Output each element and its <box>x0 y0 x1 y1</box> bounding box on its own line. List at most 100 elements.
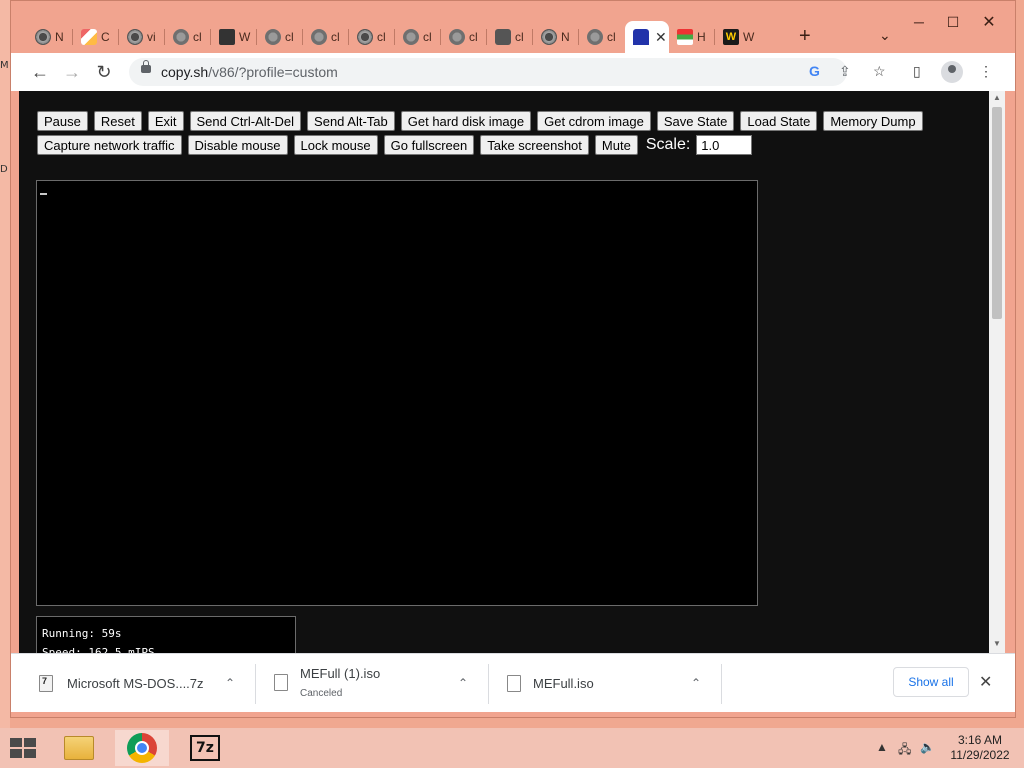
scrollbar-thumb[interactable] <box>992 107 1002 319</box>
get-cdrom-image-button[interactable]: Get cdrom image <box>537 111 651 131</box>
volume-icon[interactable]: 🔈 <box>920 740 935 754</box>
tab-title: cl <box>331 30 340 44</box>
page-scrollbar[interactable]: ▲ ▼ <box>989 91 1005 653</box>
system-clock[interactable]: 3:16 AM 11/29/2022 <box>940 733 1020 763</box>
tab-active[interactable]: ✕ <box>625 21 669 53</box>
download-item[interactable]: MEFull.iso ⌃ <box>489 654 721 712</box>
emulator-screen[interactable] <box>36 180 758 606</box>
tab[interactable]: cl <box>579 21 625 53</box>
tab[interactable]: cl <box>303 21 349 53</box>
scroll-up-icon[interactable]: ▲ <box>993 93 1001 102</box>
tab[interactable]: W <box>211 21 257 53</box>
tab[interactable]: H <box>669 21 715 53</box>
monster-icon <box>633 29 649 45</box>
tab[interactable]: N <box>27 21 73 53</box>
capture-network-traffic-button[interactable]: Capture network traffic <box>37 135 182 155</box>
share-icon[interactable]: ⇪ <box>839 63 851 80</box>
folder-icon <box>64 736 94 760</box>
send-alt-tab-button[interactable]: Send Alt-Tab <box>307 111 395 131</box>
reload-icon[interactable]: ↻ <box>93 61 115 83</box>
chevron-down-icon[interactable]: ⌄ <box>879 27 891 44</box>
save-state-button[interactable]: Save State <box>656 111 735 131</box>
tab[interactable]: cl <box>441 21 487 53</box>
building-icon <box>219 29 235 45</box>
close-tab-icon[interactable]: ✕ <box>655 29 667 46</box>
h-icon <box>677 29 693 45</box>
chevron-up-icon[interactable]: ⌃ <box>458 676 468 690</box>
chevron-up-icon[interactable]: ⌃ <box>225 676 235 690</box>
pause-button[interactable]: Pause <box>37 111 88 131</box>
go-fullscreen-button[interactable]: Go fullscreen <box>383 135 475 155</box>
chrome-app[interactable] <box>115 730 169 766</box>
tray-overflow-icon[interactable]: ▲ <box>876 740 888 754</box>
start-button[interactable] <box>10 738 38 760</box>
tab-strip: N C vi cl W cl cl cl cl cl cl N cl ✕ H W… <box>27 21 761 53</box>
chrome-icon <box>127 733 157 763</box>
lock-mouse-button[interactable]: Lock mouse <box>293 135 378 155</box>
taskbar: 7z ▲ 🖧 🔈 3:16 AM 11/29/2022 <box>0 728 1024 768</box>
back-icon[interactable]: ← <box>29 61 51 83</box>
tab[interactable]: cl <box>487 21 533 53</box>
download-name: MEFull.iso <box>533 676 594 691</box>
profile-avatar[interactable] <box>941 61 963 83</box>
scroll-down-icon[interactable]: ▼ <box>993 639 1001 648</box>
clock-date: 11/29/2022 <box>950 748 1010 762</box>
close-icon[interactable]: ✕ <box>979 672 992 692</box>
network-icon[interactable]: 🖧 <box>898 740 911 761</box>
speed-readout: Speed: 162.5 mIPS <box>42 646 155 653</box>
side-panel-icon[interactable]: ▯ <box>913 63 921 80</box>
browser-toolbar: ← → ↻ copy.sh/v86/?profile=custom G ⇪ ☆ … <box>11 53 1015 91</box>
chrome-icon <box>357 29 373 45</box>
chrome-icon <box>127 29 143 45</box>
send-ctrl-alt-del-button[interactable]: Send Ctrl-Alt-Del <box>189 111 302 131</box>
tab[interactable]: C <box>73 21 119 53</box>
globe-icon <box>265 29 281 45</box>
google-icon[interactable]: G <box>809 63 820 79</box>
disable-mouse-button[interactable]: Disable mouse <box>187 135 288 155</box>
download-name: MEFull (1).iso <box>300 666 381 681</box>
close-window-button[interactable]: ✕ <box>971 9 1007 35</box>
tab[interactable]: cl <box>165 21 211 53</box>
tab[interactable]: vi <box>119 21 165 53</box>
tab-title: vi <box>147 30 156 44</box>
new-tab-icon[interactable]: + <box>799 25 811 48</box>
tab[interactable]: cl <box>257 21 303 53</box>
mute-button[interactable]: Mute <box>594 135 638 155</box>
tab[interactable]: cl <box>349 21 395 53</box>
load-state-button[interactable]: Load State <box>740 111 818 131</box>
tab-title: C <box>101 30 110 44</box>
url-text[interactable]: copy.sh/v86/?profile=custom <box>161 64 338 80</box>
download-item[interactable]: Microsoft MS-DOS....7z ⌃ <box>11 654 255 712</box>
chevron-up-icon[interactable]: ⌃ <box>691 676 701 690</box>
tab-title: N <box>55 30 64 44</box>
forward-icon[interactable]: → <box>61 61 83 83</box>
tab[interactable]: WW <box>715 21 761 53</box>
address-bar[interactable]: copy.sh/v86/?profile=custom G ⇪ <box>129 58 851 86</box>
scale-input[interactable] <box>696 135 753 155</box>
tab-title: cl <box>193 30 202 44</box>
show-all-button[interactable]: Show all <box>893 667 969 697</box>
globe-icon <box>587 29 603 45</box>
desktop-icon-label: D <box>0 164 8 175</box>
tab[interactable]: cl <box>395 21 441 53</box>
maximize-button[interactable]: ☐ <box>935 9 971 35</box>
tab-title: H <box>697 30 706 44</box>
get-hard-disk-image-button[interactable]: Get hard disk image <box>400 111 532 131</box>
menu-icon[interactable]: ⋮ <box>979 63 993 80</box>
take-screenshot-button[interactable]: Take screenshot <box>480 135 589 155</box>
exit-button[interactable]: Exit <box>147 111 184 131</box>
tab-title: cl <box>469 30 478 44</box>
file-icon <box>507 675 521 692</box>
page-content: Pause Reset Exit Send Ctrl-Alt-Del Send … <box>19 91 989 653</box>
reset-button[interactable]: Reset <box>93 111 142 131</box>
file-explorer-app[interactable] <box>52 730 106 766</box>
memory-dump-button[interactable]: Memory Dump <box>823 111 923 131</box>
download-item[interactable]: MEFull (1).iso Canceled ⌃ <box>256 654 488 712</box>
minimize-button[interactable]: ─ <box>901 9 937 35</box>
tab-title: W <box>239 30 251 44</box>
desktop-icon-label: M <box>0 60 9 71</box>
globe-icon <box>311 29 327 45</box>
star-icon[interactable]: ☆ <box>873 63 886 80</box>
tab[interactable]: N <box>533 21 579 53</box>
sevenzip-app[interactable]: 7z <box>178 730 232 766</box>
